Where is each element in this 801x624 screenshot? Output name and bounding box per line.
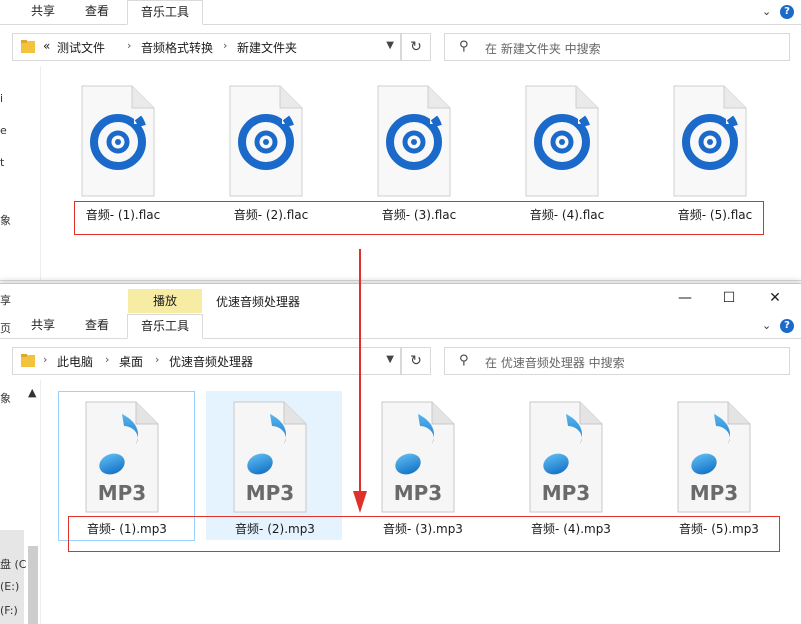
refresh-button[interactable]: ↻ — [401, 33, 431, 61]
navigation-bar: « 测试文件 › 音频格式转换 › 新建文件夹 ▼ ↻ ⚲ 在 新建文件夹 中搜… — [0, 30, 801, 66]
groove-music-icon — [68, 84, 178, 202]
nav-pane-item-drive-e[interactable]: (E:) — [0, 580, 19, 593]
tab-music-tools[interactable]: 音乐工具 — [127, 0, 203, 25]
annotation-box-mp3 — [68, 516, 780, 552]
folder-icon — [21, 40, 35, 53]
mp3-music-icon: MP3 — [368, 400, 478, 518]
close-icon[interactable]: ✕ — [764, 290, 786, 306]
mp3-music-icon: MP3 — [664, 400, 774, 518]
nav-pane-item[interactable]: t — [0, 156, 4, 169]
breadcrumb-item-app-folder[interactable]: 优速音频处理器 — [169, 353, 253, 370]
conversion-arrow-icon — [348, 247, 372, 515]
help-icon[interactable]: ? — [780, 319, 794, 333]
nav-pane-item: 享 — [0, 292, 11, 308]
groove-music-icon — [512, 84, 622, 202]
search-box[interactable]: ⚲ 在 新建文件夹 中搜索 — [444, 33, 790, 61]
breadcrumb-item-desktop[interactable]: 桌面 — [119, 353, 143, 370]
nav-pane-item[interactable]: 象 — [0, 390, 11, 406]
groove-music-icon — [660, 84, 770, 202]
address-bar[interactable]: « 测试文件 › 音频格式转换 › 新建文件夹 ▼ — [12, 33, 401, 61]
mp3-music-icon: MP3 — [220, 400, 330, 518]
folder-icon — [21, 354, 35, 367]
ribbon-tabbar: 页 共享 查看 音乐工具 ⌄ ? — [0, 314, 801, 339]
title-bar: 享 播放 优速音频处理器 — ☐ ✕ — [0, 284, 801, 314]
breadcrumb-item-this-pc[interactable]: 此电脑 — [57, 353, 93, 370]
ribbon-expand-chevron-icon[interactable]: ⌄ — [762, 319, 771, 332]
svg-text:MP3: MP3 — [690, 481, 738, 505]
context-tab-play[interactable]: 播放 — [128, 289, 202, 313]
minimize-icon[interactable]: — — [674, 290, 696, 306]
maximize-icon[interactable]: ☐ — [718, 290, 740, 306]
annotation-box-flac — [74, 201, 764, 235]
breadcrumb-item-test-files[interactable]: 测试文件 — [57, 39, 105, 56]
svg-text:MP3: MP3 — [394, 481, 442, 505]
breadcrumb-item-audio-convert[interactable]: 音频格式转换 — [141, 39, 213, 56]
breadcrumb-overflow[interactable]: « — [43, 39, 50, 53]
svg-text:MP3: MP3 — [542, 481, 590, 505]
groove-music-icon — [216, 84, 326, 202]
search-icon: ⚲ — [459, 353, 469, 368]
explorer-window-mp3: 享 播放 优速音频处理器 — ☐ ✕ 页 共享 查看 音乐工具 ⌄ ? › 此电… — [0, 283, 801, 624]
address-bar[interactable]: › 此电脑 › 桌面 › 优速音频处理器 ▼ — [12, 347, 401, 375]
explorer-window-flac: 共享 查看 音乐工具 ⌄ ? « 测试文件 › 音频格式转换 › 新建文件夹 ▼… — [0, 0, 801, 281]
mp3-music-icon: MP3 — [72, 400, 182, 518]
breadcrumb-separator-icon[interactable]: › — [43, 353, 47, 366]
scroll-up-icon[interactable]: ▲ — [28, 386, 36, 399]
tab-view[interactable]: 查看 — [72, 314, 122, 337]
nav-pane-item[interactable]: e — [0, 124, 7, 137]
navigation-pane[interactable]: 象 ▲ 盘 (C (E:) (F:) — [0, 380, 41, 624]
breadcrumb-separator-icon[interactable]: › — [155, 353, 159, 366]
nav-pane-item: 页 — [0, 320, 11, 336]
breadcrumb-separator-icon[interactable]: › — [105, 353, 109, 366]
nav-pane-item-drive-f[interactable]: (F:) — [0, 604, 18, 617]
breadcrumb-separator-icon[interactable]: › — [127, 39, 131, 52]
search-icon: ⚲ — [459, 39, 469, 54]
breadcrumb-item-new-folder[interactable]: 新建文件夹 — [237, 39, 297, 56]
search-placeholder: 在 新建文件夹 中搜索 — [485, 40, 601, 57]
search-box[interactable]: ⚲ 在 优速音频处理器 中搜索 — [444, 347, 790, 375]
search-placeholder: 在 优速音频处理器 中搜索 — [485, 354, 625, 371]
svg-text:MP3: MP3 — [246, 481, 294, 505]
tab-share[interactable]: 共享 — [18, 314, 68, 337]
navigation-pane[interactable]: i e t 象 — [0, 66, 41, 280]
svg-text:MP3: MP3 — [98, 481, 146, 505]
mp3-music-icon: MP3 — [516, 400, 626, 518]
navigation-bar: › 此电脑 › 桌面 › 优速音频处理器 ▼ ↻ ⚲ 在 优速音频处理器 中搜索 — [0, 344, 801, 380]
window-title: 优速音频处理器 — [216, 293, 300, 310]
breadcrumb-separator-icon[interactable]: › — [223, 39, 227, 52]
ribbon-tabbar: 共享 查看 音乐工具 ⌄ ? — [0, 0, 801, 25]
tab-share[interactable]: 共享 — [18, 0, 68, 23]
tab-view[interactable]: 查看 — [72, 0, 122, 23]
refresh-button[interactable]: ↻ — [401, 347, 431, 375]
nav-pane-item-drive-c[interactable]: 盘 (C — [0, 556, 26, 572]
ribbon-expand-chevron-icon[interactable]: ⌄ — [762, 5, 771, 18]
help-icon[interactable]: ? — [780, 5, 794, 19]
address-dropdown-icon[interactable]: ▼ — [386, 40, 394, 51]
nav-pane-item[interactable]: 象 — [0, 212, 11, 228]
scrollbar-thumb[interactable] — [28, 546, 38, 624]
groove-music-icon — [364, 84, 474, 202]
address-dropdown-icon[interactable]: ▼ — [386, 354, 394, 365]
nav-pane-item[interactable]: i — [0, 92, 3, 105]
tab-music-tools[interactable]: 音乐工具 — [127, 314, 203, 339]
